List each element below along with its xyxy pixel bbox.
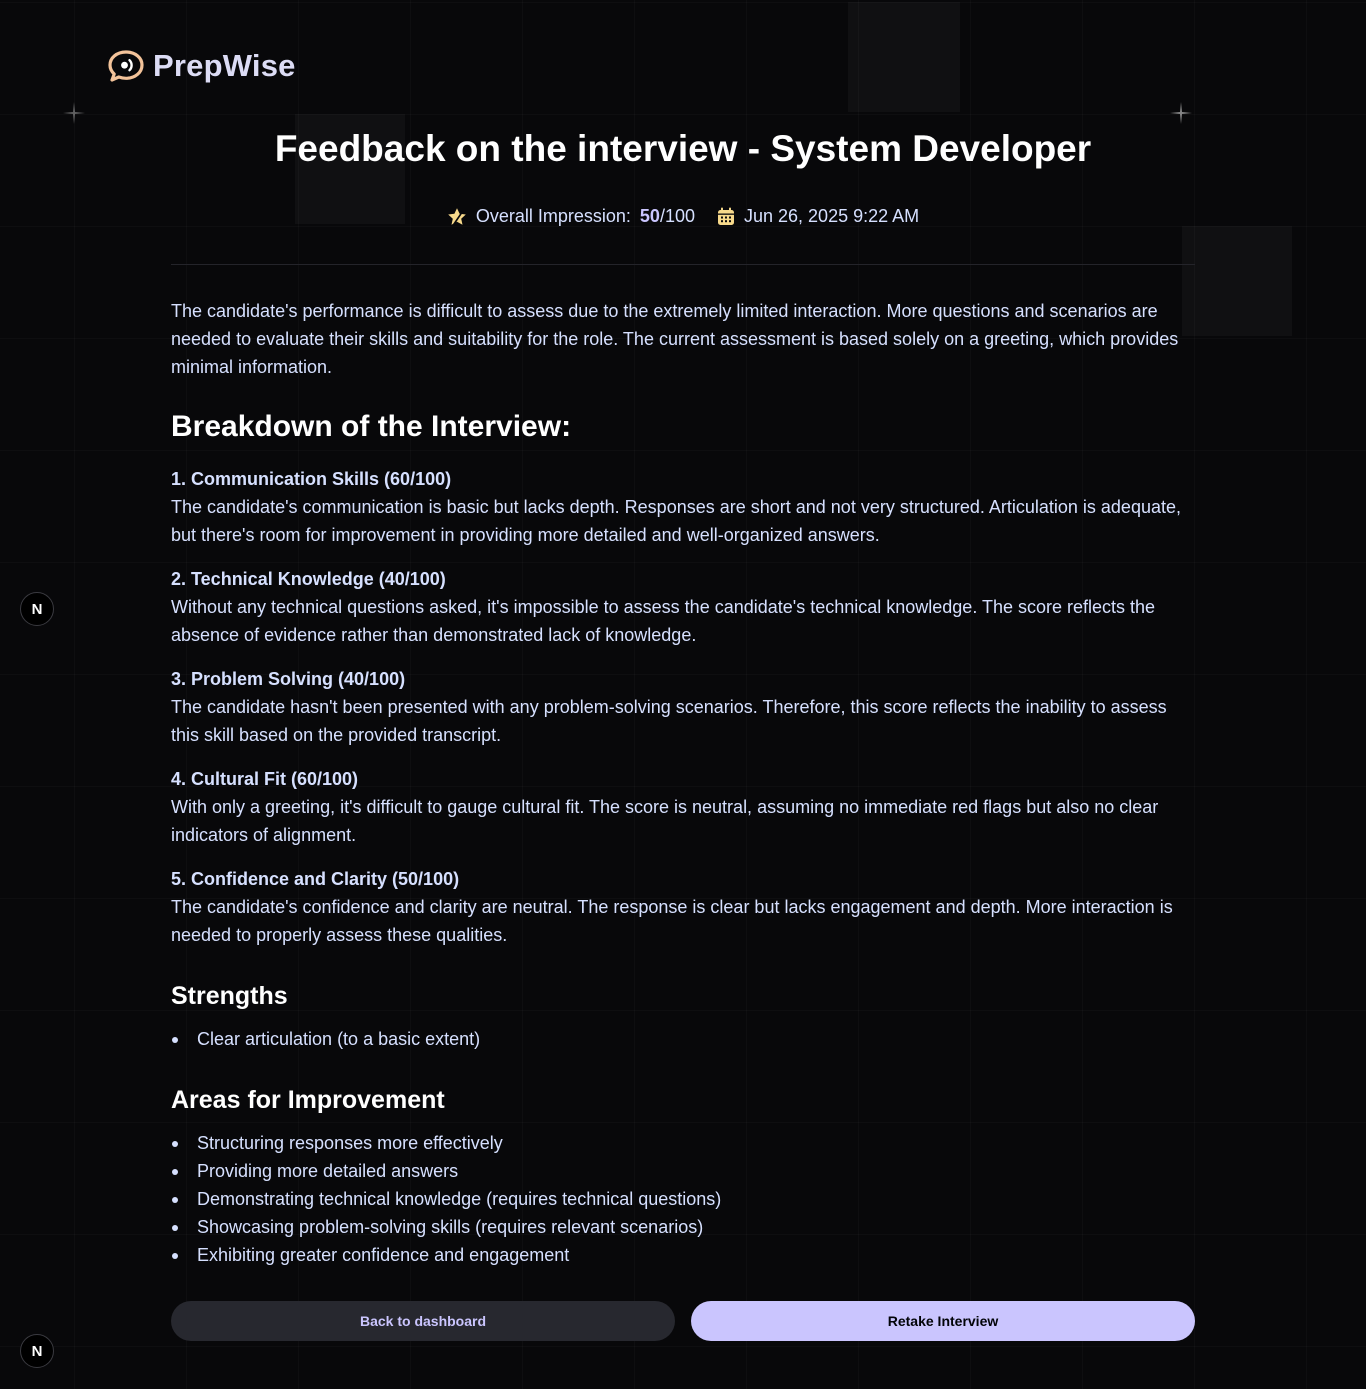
background-tile: [848, 2, 960, 112]
feedback-date: Jun 26, 2025 9:22 AM: [717, 206, 919, 227]
category-item: 2. Technical Knowledge (40/100) Without …: [171, 565, 1195, 665]
retake-interview-button[interactable]: Retake Interview: [691, 1301, 1195, 1341]
improvements-heading: Areas for Improvement: [171, 1086, 445, 1114]
category-item: 3. Problem Solving (40/100) The candidat…: [171, 665, 1195, 765]
category-comment: Without any technical questions asked, i…: [171, 597, 1156, 645]
back-to-dashboard-button[interactable]: Back to dashboard: [171, 1301, 675, 1341]
category-title: 1. Communication Skills (60/100): [171, 469, 452, 489]
sparkle-icon: [63, 102, 85, 124]
category-item: 1. Communication Skills (60/100) The can…: [171, 465, 1195, 565]
category-title: 5. Confidence and Clarity (50/100): [171, 869, 460, 889]
improvement-item: Exhibiting greater confidence and engage…: [171, 1241, 721, 1269]
score-suffix: /100: [659, 206, 695, 226]
chat-bubble-icon: [108, 50, 144, 82]
feedback-meta: Overall Impression: 50/100 Jun 26, 2025 …: [171, 206, 1195, 227]
improvement-item: Structuring responses more effectively: [171, 1129, 721, 1157]
divider: [171, 264, 1195, 265]
dev-tools-badge[interactable]: N: [20, 592, 54, 626]
sparkle-icon: [1170, 102, 1192, 124]
impression-score: 50/100: [640, 206, 695, 227]
dev-tools-badge[interactable]: N: [20, 1334, 54, 1368]
strengths-list: Clear articulation (to a basic extent): [171, 1025, 480, 1053]
category-title: 3. Problem Solving (40/100): [171, 669, 406, 689]
brand-logo-link[interactable]: PrepWise: [107, 48, 296, 84]
improvement-item: Demonstrating technical knowledge (requi…: [171, 1185, 721, 1213]
category-comment: The candidate's confidence and clarity a…: [171, 897, 1173, 945]
page-title: Feedback on the interview - System Devel…: [274, 128, 1092, 169]
category-comment: The candidate's communication is basic b…: [171, 497, 1181, 545]
background-tile: [1182, 226, 1292, 336]
strength-item: Clear articulation (to a basic extent): [171, 1025, 480, 1053]
strengths-heading: Strengths: [171, 982, 288, 1010]
breakdown-heading: Breakdown of the Interview:: [171, 410, 572, 443]
category-title: 4. Cultural Fit (60/100): [171, 769, 359, 789]
category-list: 1. Communication Skills (60/100) The can…: [171, 465, 1195, 965]
category-item: 5. Confidence and Clarity (50/100) The c…: [171, 865, 1195, 965]
star-icon: [448, 207, 466, 226]
improvement-item: Providing more detailed answers: [171, 1157, 721, 1185]
final-assessment: The candidate's performance is difficult…: [171, 301, 1179, 377]
category-comment: With only a greeting, it's difficult to …: [171, 797, 1159, 845]
improvement-item: Showcasing problem-solving skills (requi…: [171, 1213, 721, 1241]
brand-name: PrepWise: [153, 48, 296, 83]
date-text: Jun 26, 2025 9:22 AM: [744, 206, 920, 226]
impression-label: Overall Impression:: [475, 206, 631, 226]
improvements-list: Structuring responses more effectively P…: [171, 1129, 721, 1269]
category-item: 4. Cultural Fit (60/100) With only a gre…: [171, 765, 1195, 865]
calendar-icon: [718, 207, 734, 225]
category-title: 2. Technical Knowledge (40/100): [171, 569, 446, 589]
overall-impression: Overall Impression: 50/100: [447, 206, 695, 227]
score-value: 50: [639, 206, 660, 226]
category-comment: The candidate hasn't been presented with…: [171, 697, 1167, 745]
